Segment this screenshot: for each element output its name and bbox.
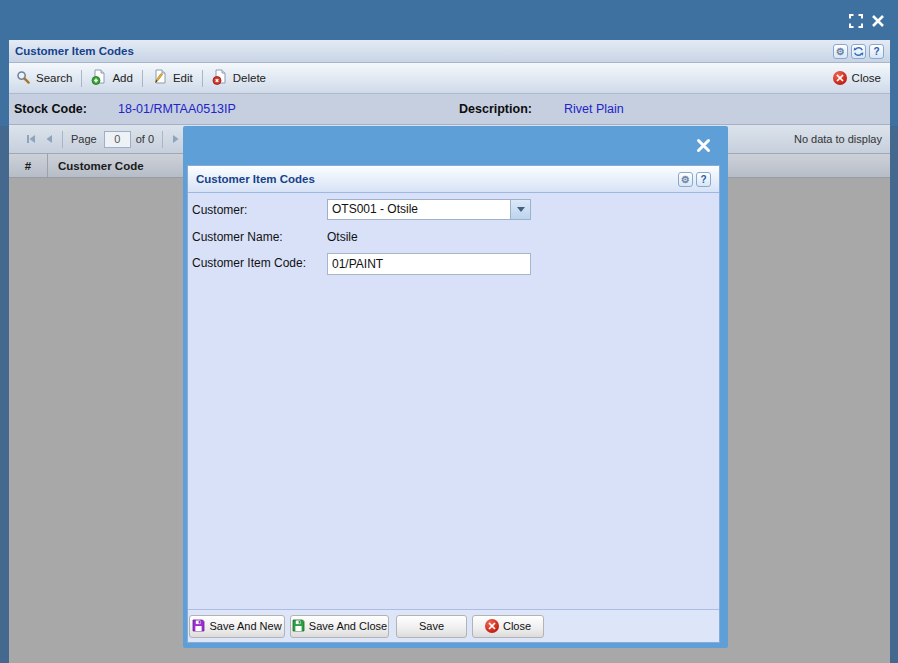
window-toolbar: Search Add [9, 63, 890, 94]
page-of-label: of 0 [136, 133, 154, 145]
page-number-input[interactable] [104, 131, 131, 148]
stock-code-value: 18-01/RMTAA0513IP [118, 102, 236, 116]
save-new-icon [192, 619, 205, 634]
delete-icon [212, 69, 228, 87]
dialog-close-red-icon [485, 619, 499, 633]
dialog-title: Customer Item Codes [196, 173, 315, 185]
customer-combobox[interactable]: OTS001 - Otsile [327, 199, 531, 220]
mask-right-strip [890, 126, 898, 663]
dialog-close-icon[interactable] [695, 137, 712, 154]
first-page-icon[interactable] [22, 131, 40, 147]
delete-button[interactable]: Delete [207, 69, 271, 87]
edit-icon [152, 69, 168, 87]
combobox-dropdown-icon[interactable] [510, 200, 530, 219]
toolbar-separator [81, 70, 82, 87]
maximize-icon[interactable] [848, 13, 864, 29]
toolbar-separator [142, 70, 143, 87]
close-icon[interactable] [870, 13, 886, 29]
paging-separator [62, 131, 63, 148]
record-info-bar: Stock Code: 18-01/RMTAA0513IP Descriptio… [9, 94, 890, 125]
toolbar-separator [202, 70, 203, 87]
save-and-new-button[interactable]: Save And New [189, 615, 285, 638]
dialog-help-icon[interactable]: ? [696, 172, 711, 187]
dialog-panel: Customer Item Codes ⚙ ? Customer: OTS001… [187, 165, 720, 643]
refresh-icon[interactable] [851, 44, 866, 59]
customer-label: Customer: [192, 203, 247, 217]
customer-item-code-input[interactable] [327, 253, 531, 275]
window-titlebar: Customer Item Codes ⚙ ? [9, 40, 890, 63]
customer-item-code-label: Customer Item Code: [192, 256, 306, 270]
page-label: Page [71, 133, 97, 145]
search-button[interactable]: Search [11, 70, 77, 87]
dialog-footer: Save And New Save And Close Save [188, 609, 719, 642]
customer-name-label: Customer Name: [192, 230, 283, 244]
help-icon[interactable]: ? [869, 44, 884, 59]
save-close-icon [292, 619, 305, 634]
description-label: Description: [459, 102, 532, 116]
grid-column-number[interactable]: # [9, 154, 48, 177]
dialog-settings-icon[interactable]: ⚙ [678, 172, 693, 187]
dialog-close-button[interactable]: Close [472, 615, 544, 638]
close-red-icon [833, 71, 847, 85]
mask-left-strip [0, 126, 9, 663]
window-title: Customer Item Codes [15, 45, 134, 57]
paging-separator [162, 131, 163, 148]
description-value: Rivet Plain [564, 102, 624, 116]
prev-page-icon[interactable] [40, 131, 58, 147]
customer-item-codes-dialog: Customer Item Codes ⚙ ? Customer: OTS001… [183, 126, 728, 648]
edit-button[interactable]: Edit [147, 69, 198, 87]
save-button[interactable]: Save [396, 615, 467, 638]
add-button[interactable]: Add [86, 69, 137, 87]
application-desktop: Customer Item Codes ⚙ ? [0, 0, 898, 663]
grid-status-text: No data to display [794, 133, 882, 145]
customer-name-value: Otsile [327, 230, 358, 244]
settings-icon[interactable]: ⚙ [833, 44, 848, 59]
dialog-header: Customer Item Codes ⚙ ? [188, 166, 719, 193]
add-icon [91, 69, 107, 87]
stock-code-label: Stock Code: [14, 102, 87, 116]
search-icon [16, 70, 31, 87]
customer-combobox-value: OTS001 - Otsile [332, 200, 418, 219]
save-and-close-button[interactable]: Save And Close [290, 615, 389, 638]
close-button[interactable]: Close [828, 71, 886, 85]
